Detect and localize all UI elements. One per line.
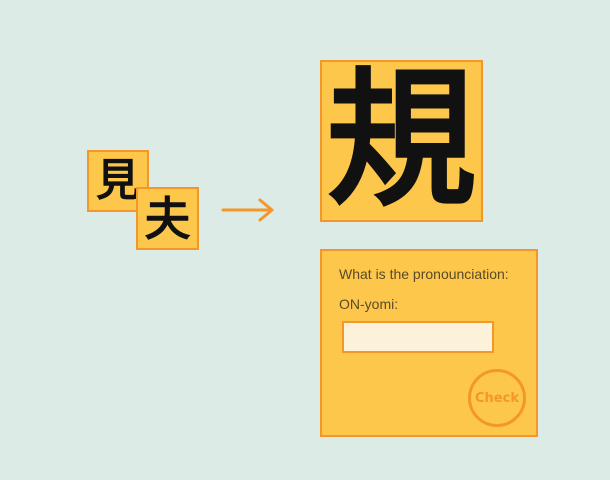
quiz-prompt: What is the pronounciation: xyxy=(339,266,509,282)
right-arrow-icon xyxy=(221,198,274,222)
kanji-component-2-glyph: 夫 xyxy=(144,191,191,246)
kanji-result-glyph: 規 xyxy=(326,60,477,222)
kanji-component-tile-2: 夫 xyxy=(136,187,199,250)
pronunciation-quiz-panel: What is the pronounciation: ON-yomi: Che… xyxy=(320,249,538,437)
check-button[interactable]: Check xyxy=(468,369,526,427)
on-yomi-label: ON-yomi: xyxy=(339,296,399,312)
kanji-component-1-glyph: 見 xyxy=(96,155,140,206)
on-yomi-input[interactable] xyxy=(342,321,494,353)
kanji-result-tile: 規 xyxy=(320,60,483,222)
